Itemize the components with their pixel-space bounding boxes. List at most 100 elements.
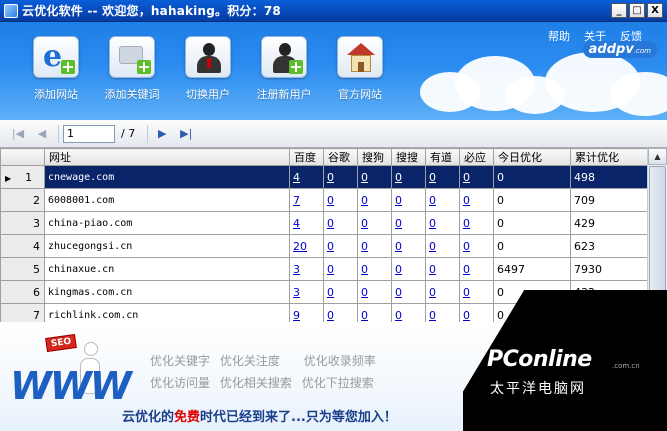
cell-url[interactable]: richlink.com.cn (44, 303, 290, 322)
rank-link-baidu[interactable]: 3 (293, 286, 300, 299)
rank-link-sogou[interactable]: 0 (361, 309, 368, 322)
add-site-button[interactable]: e 添加网站 (16, 36, 96, 102)
close-button[interactable]: X (647, 3, 663, 18)
rank-link-baidu[interactable]: 4 (293, 217, 300, 230)
seo-tag: SEO (45, 333, 78, 353)
row-header[interactable]: 3 (0, 211, 45, 235)
header-total[interactable]: 累计优化 (570, 148, 648, 166)
rank-link-bing[interactable]: 0 (463, 286, 470, 299)
rank-link-soso[interactable]: 0 (395, 194, 402, 207)
cell-url[interactable]: kingmas.com.cn (44, 280, 290, 304)
rank-link-soso[interactable]: 0 (395, 263, 402, 276)
cell-url[interactable]: zhucegongsi.cn (44, 234, 290, 258)
help-link[interactable]: 帮助 (548, 28, 570, 44)
cell-url[interactable]: 6008001.com (44, 188, 290, 212)
last-page-button[interactable]: ▶| (176, 125, 196, 143)
cell-url[interactable]: cnewage.com (44, 165, 290, 189)
rank-link-youdao[interactable]: 0 (429, 309, 436, 322)
add-keyword-button[interactable]: 添加关键词 (92, 36, 172, 102)
cell-url[interactable]: china-piao.com (44, 211, 290, 235)
cell-url[interactable]: chinaxue.cn (44, 257, 290, 281)
rank-link-youdao[interactable]: 0 (429, 263, 436, 276)
rank-link-google[interactable]: 0 (327, 286, 334, 299)
rank-link-soso[interactable]: 0 (395, 309, 402, 322)
official-site-button[interactable]: 官方网站 (320, 36, 400, 102)
rank-link-soso[interactable]: 0 (395, 240, 402, 253)
table-row[interactable]: 4 zhucegongsi.cn 20 0 0 0 0 0 0 623 (0, 234, 648, 258)
cell-google: 0 (323, 280, 358, 304)
rank-link-google[interactable]: 0 (327, 217, 334, 230)
header-youdao[interactable]: 有道 (425, 148, 460, 166)
rank-link-bing[interactable]: 0 (463, 217, 470, 230)
cell-sogou: 0 (357, 211, 392, 235)
rank-link-baidu[interactable]: 3 (293, 263, 300, 276)
prev-page-button[interactable]: ◀ (32, 125, 52, 143)
minimize-button[interactable]: _ (611, 3, 627, 18)
rank-link-youdao[interactable]: 0 (429, 286, 436, 299)
next-page-button[interactable]: ▶ (152, 125, 172, 143)
rank-link-google[interactable]: 0 (327, 240, 334, 253)
rank-link-sogou[interactable]: 0 (361, 240, 368, 253)
table-row[interactable]: 2 6008001.com 7 0 0 0 0 0 0 709 (0, 188, 648, 212)
cell-google: 0 (323, 234, 358, 258)
rank-link-soso[interactable]: 0 (395, 217, 402, 230)
rank-link-sogou[interactable]: 0 (361, 171, 368, 184)
rank-link-bing[interactable]: 0 (463, 171, 470, 184)
cell-baidu: 3 (289, 257, 324, 281)
header-baidu[interactable]: 百度 (289, 148, 324, 166)
row-header[interactable]: 2 (0, 188, 45, 212)
rank-link-youdao[interactable]: 0 (429, 240, 436, 253)
title-bar[interactable]: 云优化软件 -- 欢迎您，hahaking。积分：78 _ □ X (0, 0, 667, 22)
rank-link-sogou[interactable]: 0 (361, 194, 368, 207)
rank-link-baidu[interactable]: 7 (293, 194, 300, 207)
rank-link-youdao[interactable]: 0 (429, 217, 436, 230)
rank-link-bing[interactable]: 0 (463, 194, 470, 207)
rank-link-bing[interactable]: 0 (463, 263, 470, 276)
row-header[interactable]: 7 (0, 303, 45, 322)
header-soso[interactable]: 搜搜 (391, 148, 426, 166)
page-number-input[interactable] (63, 124, 115, 143)
cloud-decoration (610, 72, 667, 116)
scroll-thumb[interactable] (649, 166, 666, 306)
row-header[interactable]: 5 (0, 257, 45, 281)
rank-link-google[interactable]: 0 (327, 171, 334, 184)
rank-link-google[interactable]: 0 (327, 309, 334, 322)
cell-baidu: 20 (289, 234, 324, 258)
rank-link-sogou[interactable]: 0 (361, 217, 368, 230)
cell-google: 0 (323, 257, 358, 281)
header-bing[interactable]: 必应 (459, 148, 494, 166)
table-row[interactable]: 3 china-piao.com 4 0 0 0 0 0 0 429 (0, 211, 648, 235)
rank-link-baidu[interactable]: 9 (293, 309, 300, 322)
rank-link-bing[interactable]: 0 (463, 240, 470, 253)
rank-link-baidu[interactable]: 20 (293, 240, 307, 253)
maximize-button[interactable]: □ (629, 3, 645, 18)
rank-link-youdao[interactable]: 0 (429, 171, 436, 184)
rank-link-soso[interactable]: 0 (395, 286, 402, 299)
window-controls: _ □ X (611, 3, 663, 18)
table-row[interactable]: 5 chinaxue.cn 3 0 0 0 0 0 6497 7930 (0, 257, 648, 281)
rank-link-sogou[interactable]: 0 (361, 263, 368, 276)
header-today[interactable]: 今日优化 (493, 148, 571, 166)
rank-link-youdao[interactable]: 0 (429, 194, 436, 207)
rank-link-sogou[interactable]: 0 (361, 286, 368, 299)
row-header[interactable]: ▶ 1 (0, 165, 45, 189)
row-number: 2 (33, 193, 40, 207)
cell-total: 709 (570, 188, 648, 212)
row-header[interactable]: 6 (0, 280, 45, 304)
header-url[interactable]: 网址 (44, 148, 290, 166)
cell-youdao: 0 (425, 211, 460, 235)
rank-link-bing[interactable]: 0 (463, 309, 470, 322)
cell-google: 0 (323, 211, 358, 235)
rank-link-soso[interactable]: 0 (395, 171, 402, 184)
register-user-button[interactable]: 注册新用户 (244, 36, 324, 102)
scroll-up-button[interactable]: ▲ (648, 148, 667, 165)
header-sogou[interactable]: 搜狗 (357, 148, 392, 166)
switch-user-button[interactable]: 切换用户 (168, 36, 248, 102)
header-google[interactable]: 谷歌 (323, 148, 358, 166)
table-row[interactable]: ▶ 1 cnewage.com 4 0 0 0 0 0 0 498 (0, 165, 648, 189)
first-page-button[interactable]: |◀ (8, 125, 28, 143)
row-header[interactable]: 4 (0, 234, 45, 258)
rank-link-google[interactable]: 0 (327, 194, 334, 207)
rank-link-baidu[interactable]: 4 (293, 171, 300, 184)
rank-link-google[interactable]: 0 (327, 263, 334, 276)
